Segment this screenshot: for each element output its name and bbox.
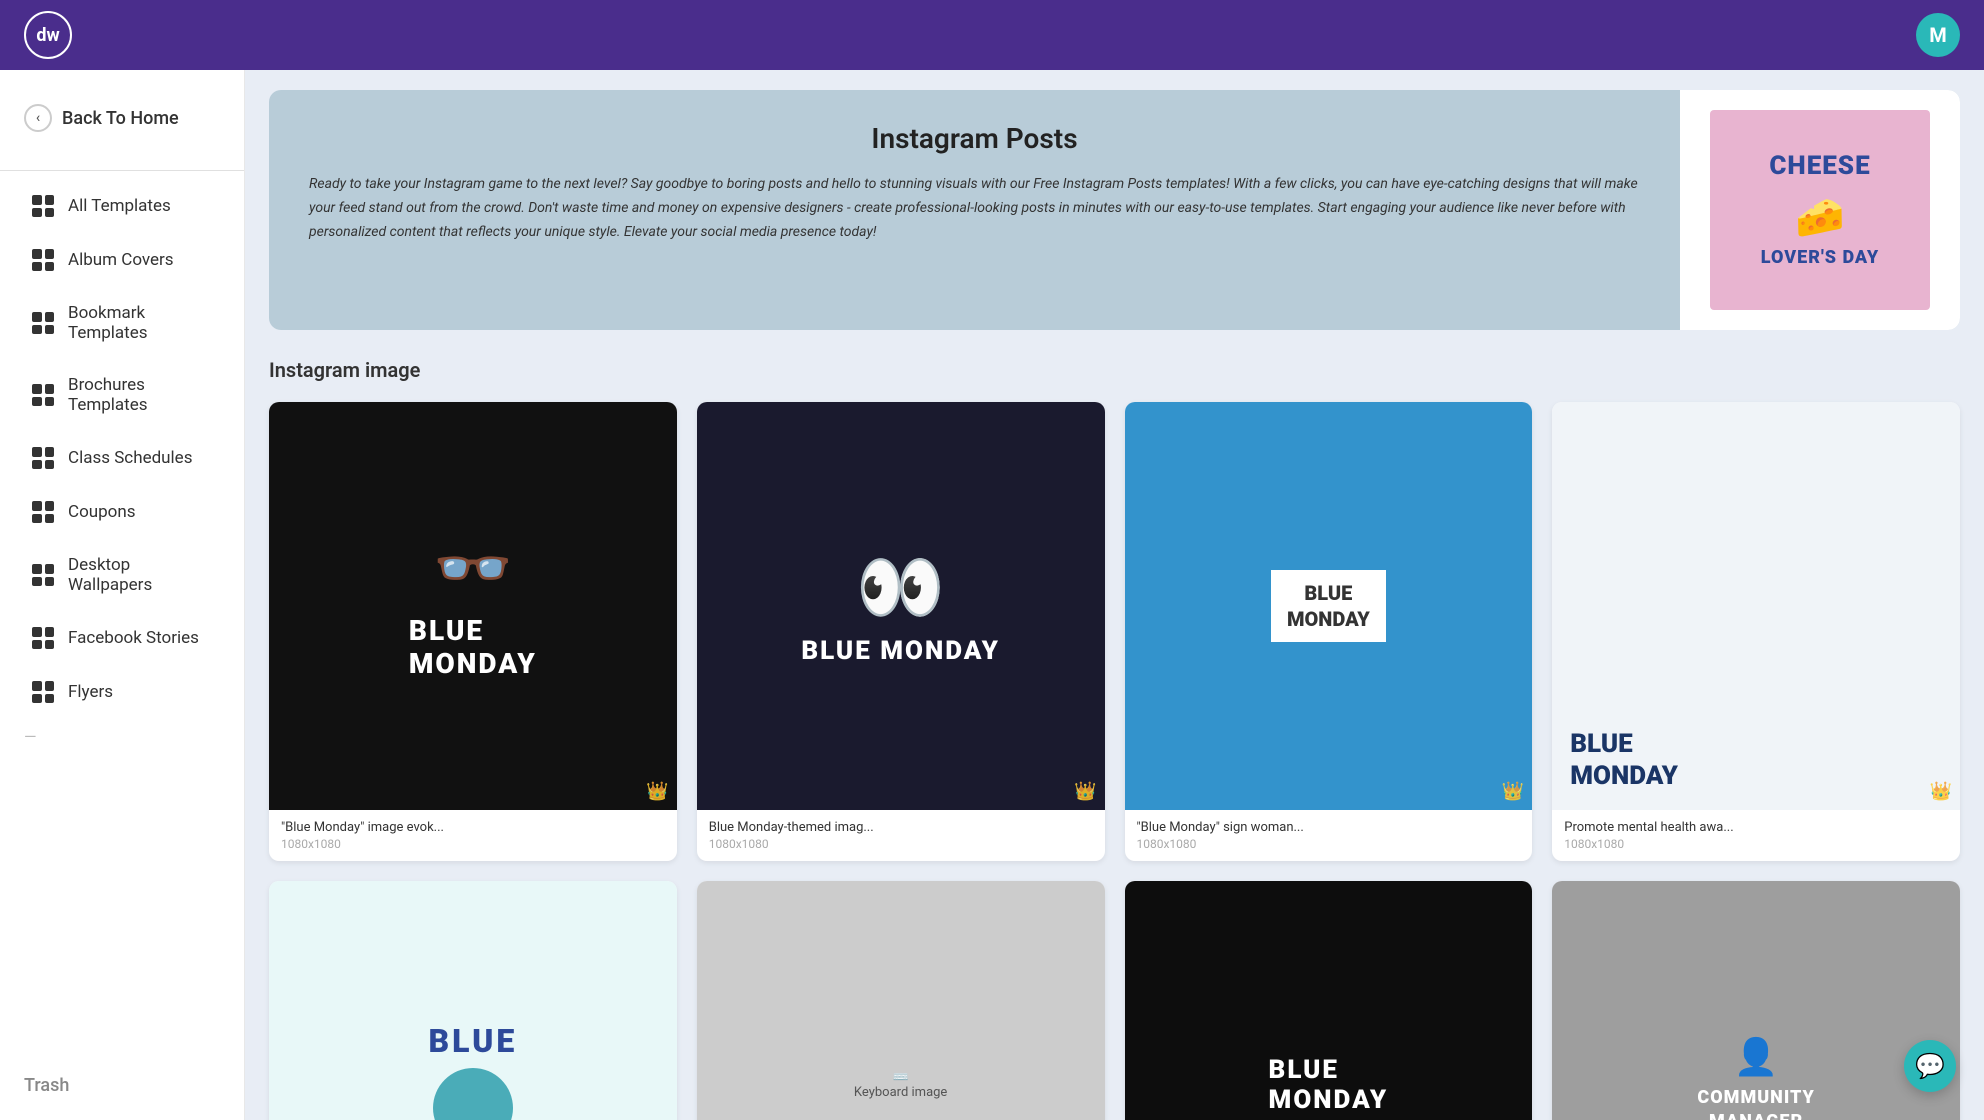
- sidebar-item-trash[interactable]: Trash: [0, 1059, 244, 1120]
- main-layout: ‹ Back To Home All Templates Album Cover…: [0, 70, 1984, 1120]
- sidebar-item-album-covers[interactable]: Album Covers: [8, 235, 236, 285]
- hero-image: CHEESE 🧀 LOVER'S DAY: [1680, 90, 1960, 330]
- section-title: Instagram image: [269, 358, 1960, 382]
- template-info-4: Promote mental health awa... 1080x1080: [1552, 810, 1960, 861]
- template-thumb-6: ⌨️Keyboard image: [697, 881, 1105, 1120]
- grid-icon: [32, 312, 54, 334]
- sidebar-dash: —: [0, 719, 244, 754]
- logo[interactable]: dw: [24, 11, 72, 59]
- grid-icon: [32, 447, 54, 469]
- grid-icon: [32, 195, 54, 217]
- crown-icon: 👑: [1930, 781, 1952, 802]
- back-chevron-icon: ‹: [24, 104, 52, 132]
- template-name-1: "Blue Monday" image evok...: [281, 820, 665, 835]
- hero-title: Instagram Posts: [309, 122, 1640, 155]
- template-info-2: Blue Monday-themed imag... 1080x1080: [697, 810, 1105, 861]
- sidebar-item-bookmark-templates[interactable]: Bookmark Templates: [8, 289, 236, 357]
- chat-button[interactable]: 💬: [1904, 1040, 1956, 1092]
- template-thumb-2: 👀 BLUE MONDAY 👑: [697, 402, 1105, 810]
- sidebar-item-brochures-templates[interactable]: Brochures Templates: [8, 361, 236, 429]
- template-card-5[interactable]: BLUE Blue Monday sad character... 1080x1…: [269, 881, 677, 1120]
- template-thumb-8: 👤 COMMUNITYMANAGER: [1552, 881, 1960, 1120]
- template-card-3[interactable]: BLUEMONDAY 👑 "Blue Monday" sign woman...…: [1125, 402, 1533, 861]
- crown-icon: 👑: [1502, 781, 1524, 802]
- template-grid-row2: BLUE Blue Monday sad character... 1080x1…: [269, 881, 1960, 1120]
- template-name-3: "Blue Monday" sign woman...: [1137, 820, 1521, 835]
- cheese-title: CHEESE: [1769, 152, 1870, 181]
- cheese-subtitle: LOVER'S DAY: [1761, 247, 1879, 268]
- featured-card: CHEESE 🧀 LOVER'S DAY: [1710, 110, 1930, 310]
- teal-circle: [433, 1068, 513, 1120]
- template-thumb-4: BLUEMONDAY 👑: [1552, 402, 1960, 810]
- template-thumb-5: BLUE: [269, 881, 677, 1120]
- eyes-icon: 👀: [856, 545, 946, 630]
- template-info-3: "Blue Monday" sign woman... 1080x1080: [1125, 810, 1533, 861]
- template-name-2: Blue Monday-themed imag...: [709, 820, 1093, 835]
- template-card-7[interactable]: BLUEMONDAY "Blue Monday" dark poster... …: [1125, 881, 1533, 1120]
- crown-icon: 👑: [646, 781, 668, 802]
- cheese-grater-icon: 🧀: [1795, 194, 1845, 241]
- template-thumb-3: BLUEMONDAY 👑: [1125, 402, 1533, 810]
- grid-icon: [32, 564, 54, 586]
- template-grid-row1: 👓 BLUEMONDAY 👑 "Blue Monday" image evok.…: [269, 402, 1960, 861]
- template-name-4: Promote mental health awa...: [1564, 820, 1948, 835]
- template-card-6[interactable]: ⌨️Keyboard image Person typing on keyboa…: [697, 881, 1105, 1120]
- sidebar-divider: [0, 170, 244, 171]
- hero-text-area: Instagram Posts Ready to take your Insta…: [269, 90, 1680, 330]
- hero-description: Ready to take your Instagram game to the…: [309, 173, 1640, 244]
- crown-icon: 👑: [1074, 781, 1096, 802]
- grid-icon: [32, 501, 54, 523]
- grid-icon: [32, 249, 54, 271]
- template-info-1: "Blue Monday" image evok... 1080x1080: [269, 810, 677, 861]
- template-thumb-7: BLUEMONDAY: [1125, 881, 1533, 1120]
- template-thumb-1: 👓 BLUEMONDAY 👑: [269, 402, 677, 810]
- sidebar-item-desktop-wallpapers[interactable]: Desktop Wallpapers: [8, 541, 236, 609]
- user-avatar[interactable]: M: [1916, 13, 1960, 57]
- template-card-4[interactable]: BLUEMONDAY 👑 Promote mental health awa..…: [1552, 402, 1960, 861]
- sidebar-item-class-schedules[interactable]: Class Schedules: [8, 433, 236, 483]
- grid-icon: [32, 384, 54, 406]
- chat-icon: 💬: [1915, 1052, 1945, 1080]
- sidebar-item-all-templates[interactable]: All Templates: [8, 181, 236, 231]
- sidebar-item-facebook-stories[interactable]: Facebook Stories: [8, 613, 236, 663]
- template-card-8[interactable]: 👤 COMMUNITYMANAGER Community Manager pos…: [1552, 881, 1960, 1120]
- template-size-2: 1080x1080: [709, 837, 1093, 851]
- template-card-2[interactable]: 👀 BLUE MONDAY 👑 Blue Monday-themed imag.…: [697, 402, 1105, 861]
- template-size-4: 1080x1080: [1564, 837, 1948, 851]
- grid-icon: [32, 627, 54, 649]
- sidebar-item-flyers[interactable]: Flyers: [8, 667, 236, 717]
- template-size-3: 1080x1080: [1137, 837, 1521, 851]
- main-content: Instagram Posts Ready to take your Insta…: [245, 70, 1984, 1120]
- sidebar-item-coupons[interactable]: Coupons: [8, 487, 236, 537]
- person-icon: 👤: [1734, 1036, 1779, 1078]
- back-to-home-button[interactable]: ‹ Back To Home: [0, 90, 244, 146]
- sidebar: ‹ Back To Home All Templates Album Cover…: [0, 70, 245, 1120]
- template-size-1: 1080x1080: [281, 837, 665, 851]
- hero-banner: Instagram Posts Ready to take your Insta…: [269, 90, 1960, 330]
- grid-icon: [32, 681, 54, 703]
- topbar: dw M: [0, 0, 1984, 70]
- face-icon: 👓: [433, 531, 513, 606]
- template-card-1[interactable]: 👓 BLUEMONDAY 👑 "Blue Monday" image evok.…: [269, 402, 677, 861]
